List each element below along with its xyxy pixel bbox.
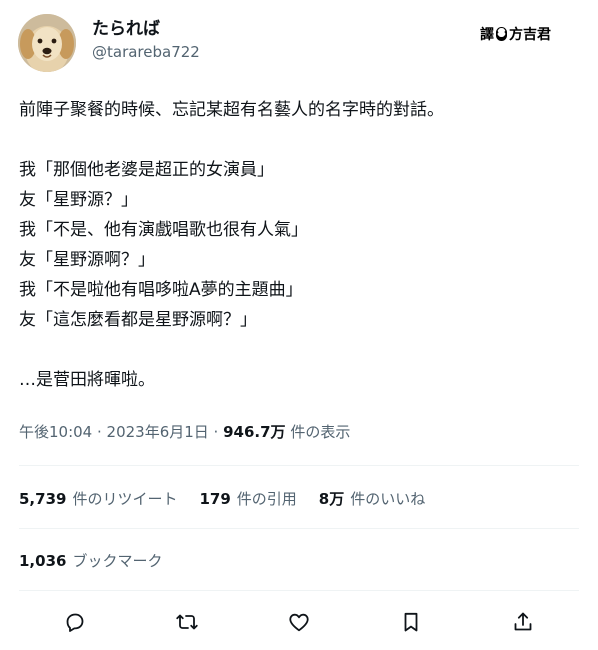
bookmark-button[interactable] [395, 606, 427, 638]
watermark-dot: 8 [496, 27, 507, 41]
author-handle[interactable]: @tarareba722 [92, 42, 200, 62]
author-display-name[interactable]: たられば [92, 18, 200, 40]
author-block: たられば @tarareba722 [92, 18, 200, 62]
retweets-label: 件のリツイート [72, 490, 178, 508]
golden-retriever-avatar-icon [18, 14, 76, 72]
tweet-line: 前陣子聚餐的時候、忘記某超有名藝人的名字時的對話。 [19, 100, 444, 120]
tweet-text: 前陣子聚餐的時候、忘記某超有名藝人的名字時的對話。 我「那個他老婆是超正的女演員… [19, 95, 579, 395]
tweet-timestamp[interactable]: 午後10:04 · 2023年6月1日 · [19, 423, 223, 441]
tweet-line [19, 125, 579, 155]
tweet-card: たられば @tarareba722 譯 8 方吉君 前陣子聚餐的時候、忘記某超有… [0, 0, 598, 650]
like-icon [289, 613, 309, 632]
retweets-stat[interactable]: 5,739 件のリツイート [19, 488, 177, 510]
tweet-line: 友「這怎麼看都是星野源啊？」 [19, 310, 257, 330]
reply-icon [66, 613, 84, 632]
quotes-label: 件の引用 [236, 490, 297, 508]
quotes-count: 179 [199, 490, 231, 508]
action-bar [20, 606, 580, 638]
divider [19, 465, 579, 466]
views-label: 件の表示 [285, 423, 351, 441]
retweet-icon [176, 614, 198, 630]
divider [19, 590, 579, 591]
tweet-line: 友「星野源啊？」 [19, 250, 155, 270]
avatar[interactable] [18, 14, 76, 72]
retweets-count: 5,739 [19, 490, 67, 508]
tweet-line: …是菅田將暉啦。 [19, 370, 155, 390]
watermark-prefix: 譯 [480, 27, 494, 43]
tweet-line: 我「不是、他有演戲唱歌也很有人氣」 [19, 220, 308, 240]
retweet-button[interactable] [171, 606, 203, 638]
bookmarks-stat[interactable]: 1,036 ブックマーク [19, 550, 162, 572]
share-button[interactable] [507, 606, 539, 638]
tweet-line: 友「星野源？」 [19, 190, 138, 210]
views-count: 946.7万 [223, 423, 286, 441]
likes-count: 8万 [318, 490, 345, 508]
translator-watermark: 譯 8 方吉君 [480, 24, 551, 44]
tweet-line [19, 335, 579, 365]
quotes-stat[interactable]: 179 件の引用 [199, 488, 296, 510]
tweet-line: 我「不是啦他有唱哆啦A夢的主題曲」 [19, 280, 303, 300]
reply-button[interactable] [59, 606, 91, 638]
tweet-meta: 午後10:04 · 2023年6月1日 · 946.7万 件の表示 [19, 421, 350, 443]
likes-label: 件のいいね [350, 490, 426, 508]
engagement-stats: 5,739 件のリツイート 179 件の引用 8万 件のいいね [19, 488, 425, 510]
watermark-name: 方吉君 [509, 27, 551, 43]
bookmarks-count: 1,036 [19, 552, 67, 570]
likes-stat[interactable]: 8万 件のいいね [319, 488, 425, 510]
divider [19, 528, 579, 529]
tweet-line: 我「那個他老婆是超正的女演員」 [19, 160, 274, 180]
like-button[interactable] [283, 606, 315, 638]
bookmark-icon [404, 612, 418, 632]
bookmarks-label: ブックマーク [72, 552, 163, 570]
share-icon [514, 612, 532, 631]
